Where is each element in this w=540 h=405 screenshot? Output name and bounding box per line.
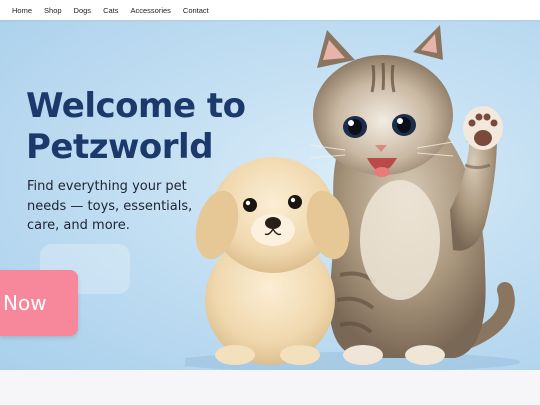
nav-home-link[interactable]: Home	[12, 6, 32, 15]
nav-cats-link[interactable]: Cats	[103, 6, 118, 15]
shop-now-button[interactable]: Now	[0, 270, 78, 336]
top-nav: Home Shop Dogs Cats Accessories Contact	[0, 0, 540, 20]
nav-accessories-link[interactable]: Accessories	[130, 6, 170, 15]
kitten	[309, 25, 503, 365]
nav-contact-link[interactable]: Contact	[183, 6, 209, 15]
puppy	[195, 157, 350, 365]
nav-dogs-link[interactable]: Dogs	[74, 6, 92, 15]
content-section	[0, 370, 540, 405]
nav-shop-link[interactable]: Shop	[44, 6, 62, 15]
hero-banner: Welcome to Petzworld Find everything you…	[0, 20, 540, 370]
hero-subtitle: Find everything your pet needs — toys, e…	[27, 179, 193, 233]
shop-now-label: Now	[3, 291, 47, 315]
puppy-and-kitten-illustration	[185, 25, 520, 370]
